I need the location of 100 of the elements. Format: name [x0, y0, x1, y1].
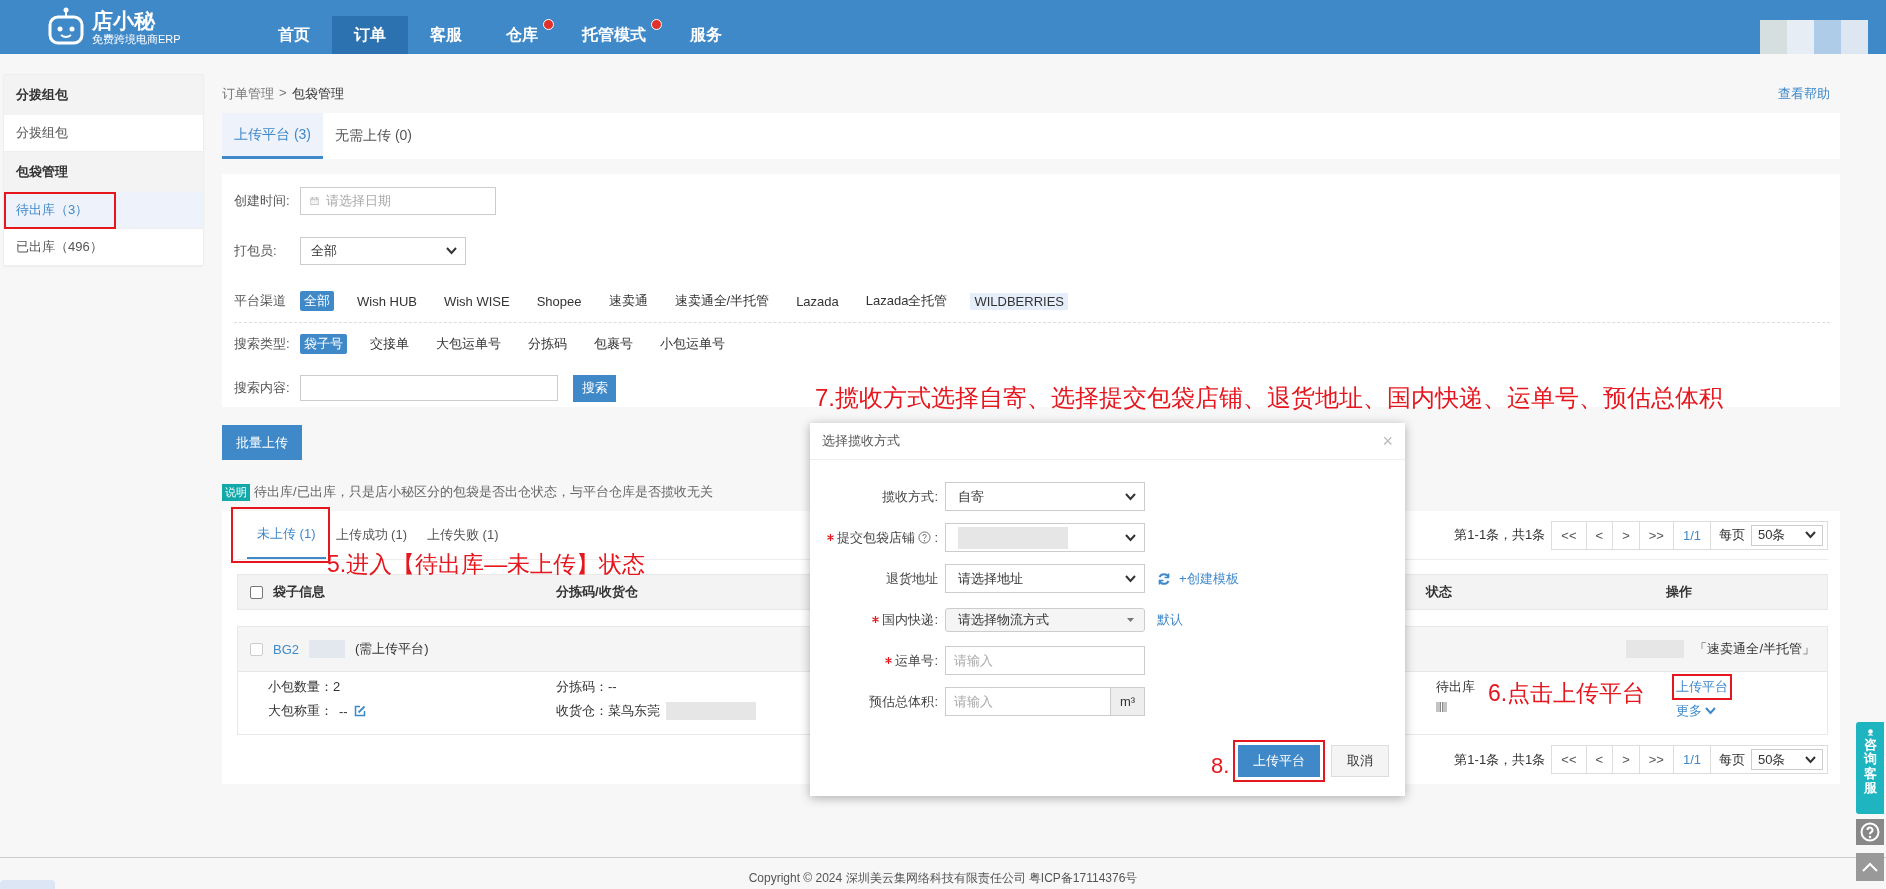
upload-button[interactable]: 上传平台	[1238, 745, 1320, 777]
unit-label: m³	[1110, 688, 1144, 715]
user-avatar-block[interactable]	[1760, 20, 1868, 54]
upload-link[interactable]: 上传平台	[1676, 678, 1728, 696]
filter-option[interactable]: WILDBERRIES	[970, 292, 1069, 310]
nav-tab[interactable]: 服务	[668, 16, 744, 54]
page-size-select[interactable]: 50条	[1751, 524, 1823, 546]
back-to-top-button[interactable]	[1856, 853, 1884, 881]
filter-label: 搜索内容:	[234, 379, 291, 397]
caret-icon	[1805, 531, 1816, 539]
chevron-up-icon	[1862, 862, 1878, 872]
tab[interactable]: 未上传 (1)	[247, 511, 326, 559]
filter-option[interactable]: 交接单	[366, 334, 413, 354]
caret-icon	[1125, 492, 1136, 501]
filter-label: 创建时间:	[234, 192, 291, 210]
cancel-button[interactable]: 取消	[1331, 745, 1389, 777]
help-icon	[1860, 822, 1880, 842]
filter-option[interactable]: Lazada全托管	[861, 291, 952, 311]
filter-label: 平台渠道	[234, 292, 287, 310]
annotation-box	[1672, 674, 1732, 700]
nav-tab[interactable]: 客服	[408, 16, 484, 54]
refresh-icon	[1157, 571, 1171, 586]
caret-icon	[1125, 533, 1136, 542]
filter-option[interactable]: 速卖通	[604, 291, 652, 311]
sidebar-item[interactable]: 已出库（496）	[4, 229, 203, 266]
caret-icon	[1125, 574, 1136, 583]
template-link[interactable]: 默认	[1157, 610, 1183, 629]
checkbox[interactable]	[250, 642, 263, 656]
pagination-summary: 第1-1条，共1条	[1454, 526, 1546, 544]
shop-select[interactable]	[945, 523, 1145, 552]
field-label: 退货地址	[886, 569, 938, 588]
breadcrumb-item: 包袋管理	[291, 85, 344, 103]
nav-tab[interactable]: 首页	[256, 16, 332, 54]
warehouse-text: 收货仓：菜鸟东莞	[556, 702, 660, 720]
logo-name: 店小秘	[92, 8, 157, 33]
template-link[interactable]: +创建模板	[1179, 569, 1239, 588]
select-field[interactable]: 自寄	[945, 482, 1145, 511]
field-label: 揽收方式:	[882, 487, 938, 506]
sidebar-group-title: 包袋管理	[4, 152, 203, 192]
caret-icon	[446, 247, 457, 255]
help-icon	[918, 531, 932, 544]
filter-option[interactable]: Lazada	[792, 292, 843, 310]
filter-option[interactable]: 袋子号	[300, 334, 347, 354]
platform-tag: 「速卖通全/半托管」	[1694, 640, 1815, 658]
search-field[interactable]	[300, 375, 558, 401]
weight-label: 大包称重：	[268, 702, 333, 720]
filter-option[interactable]: 包裹号	[590, 334, 637, 354]
caret-icon	[1805, 755, 1816, 764]
filter-option[interactable]: 小包运单号	[656, 334, 729, 354]
input-field[interactable]: 请输入 m³	[945, 687, 1145, 716]
filter-option[interactable]: 速卖通全/半托管	[670, 291, 774, 311]
checkbox[interactable]	[250, 585, 263, 599]
caret-icon	[1125, 615, 1136, 624]
bag-note: (需上传平台)	[355, 640, 429, 658]
calendar-icon	[309, 197, 320, 205]
info-badge: 说明	[222, 483, 250, 501]
help-link[interactable]: 查看帮助	[1778, 85, 1830, 103]
filter-option[interactable]: Wish HUB	[353, 292, 421, 310]
page-size-label: 每页	[1719, 526, 1745, 544]
packer-select[interactable]: 全部	[300, 237, 466, 265]
field-label: 运单号:	[885, 651, 938, 670]
dialog-title: 选择揽收方式	[822, 432, 900, 450]
sort-code-text: 分拣码：--	[556, 678, 617, 696]
nav-tab[interactable]: 托管模式	[560, 16, 668, 54]
select-field[interactable]: 请选择物流方式	[945, 607, 1145, 632]
field-label: 提交包袋店铺	[827, 528, 916, 547]
filter-option[interactable]: 分拣码	[524, 334, 571, 354]
more-link[interactable]: 更多	[1676, 702, 1716, 720]
column-header: 状态	[1426, 583, 1453, 601]
breadcrumb-separator: >	[279, 85, 287, 102]
tab[interactable]: 无需上传 (0)	[323, 113, 424, 159]
page-size-select[interactable]: 50条	[1751, 749, 1823, 770]
nav-tab[interactable]: 订单	[332, 16, 408, 54]
weight-value: --	[339, 703, 348, 719]
filter-option[interactable]: 大包运单号	[432, 334, 505, 354]
filter-label: 打包员:	[234, 242, 278, 260]
bag-number-link[interactable]: BG2	[273, 641, 299, 657]
help-button[interactable]	[1856, 819, 1884, 845]
barcode-icon	[1436, 702, 1447, 712]
breadcrumb-item[interactable]: 订单管理	[222, 85, 274, 103]
select-field[interactable]: 请选择地址	[945, 564, 1145, 593]
nav-tab[interactable]: 仓库	[484, 16, 560, 54]
column-header: 操作	[1666, 583, 1693, 601]
filter-option[interactable]: Wish WISE	[439, 292, 514, 310]
annotation-text: 7.揽收方式选择自寄、选择提交包袋店铺、退货地址、国内快递、运单号、预估总体积	[815, 386, 1723, 410]
feedback-tab[interactable]	[0, 880, 55, 889]
filter-option[interactable]: Shopee	[532, 292, 586, 310]
annotation-text: 6.点击上传平台	[1488, 682, 1646, 705]
column-header: 分拣码/收货仓	[556, 583, 639, 601]
field-label: 国内快递:	[872, 610, 938, 629]
label-colon: :	[934, 530, 938, 545]
sidebar-item[interactable]: 待出库（3）	[4, 192, 203, 229]
filter-label: 搜索类型:	[234, 335, 291, 353]
search-button[interactable]: 搜索	[573, 374, 616, 402]
logo-tagline: 免费跨境电商ERP	[92, 32, 181, 46]
annotation-text: 8.	[1211, 755, 1230, 777]
bulk-upload-button[interactable]: 批量上传	[222, 425, 302, 460]
filter-option[interactable]: 全部	[300, 291, 334, 311]
sidebar-group-title: 分拨组包	[4, 75, 203, 115]
chevron-down-icon	[1705, 707, 1716, 715]
